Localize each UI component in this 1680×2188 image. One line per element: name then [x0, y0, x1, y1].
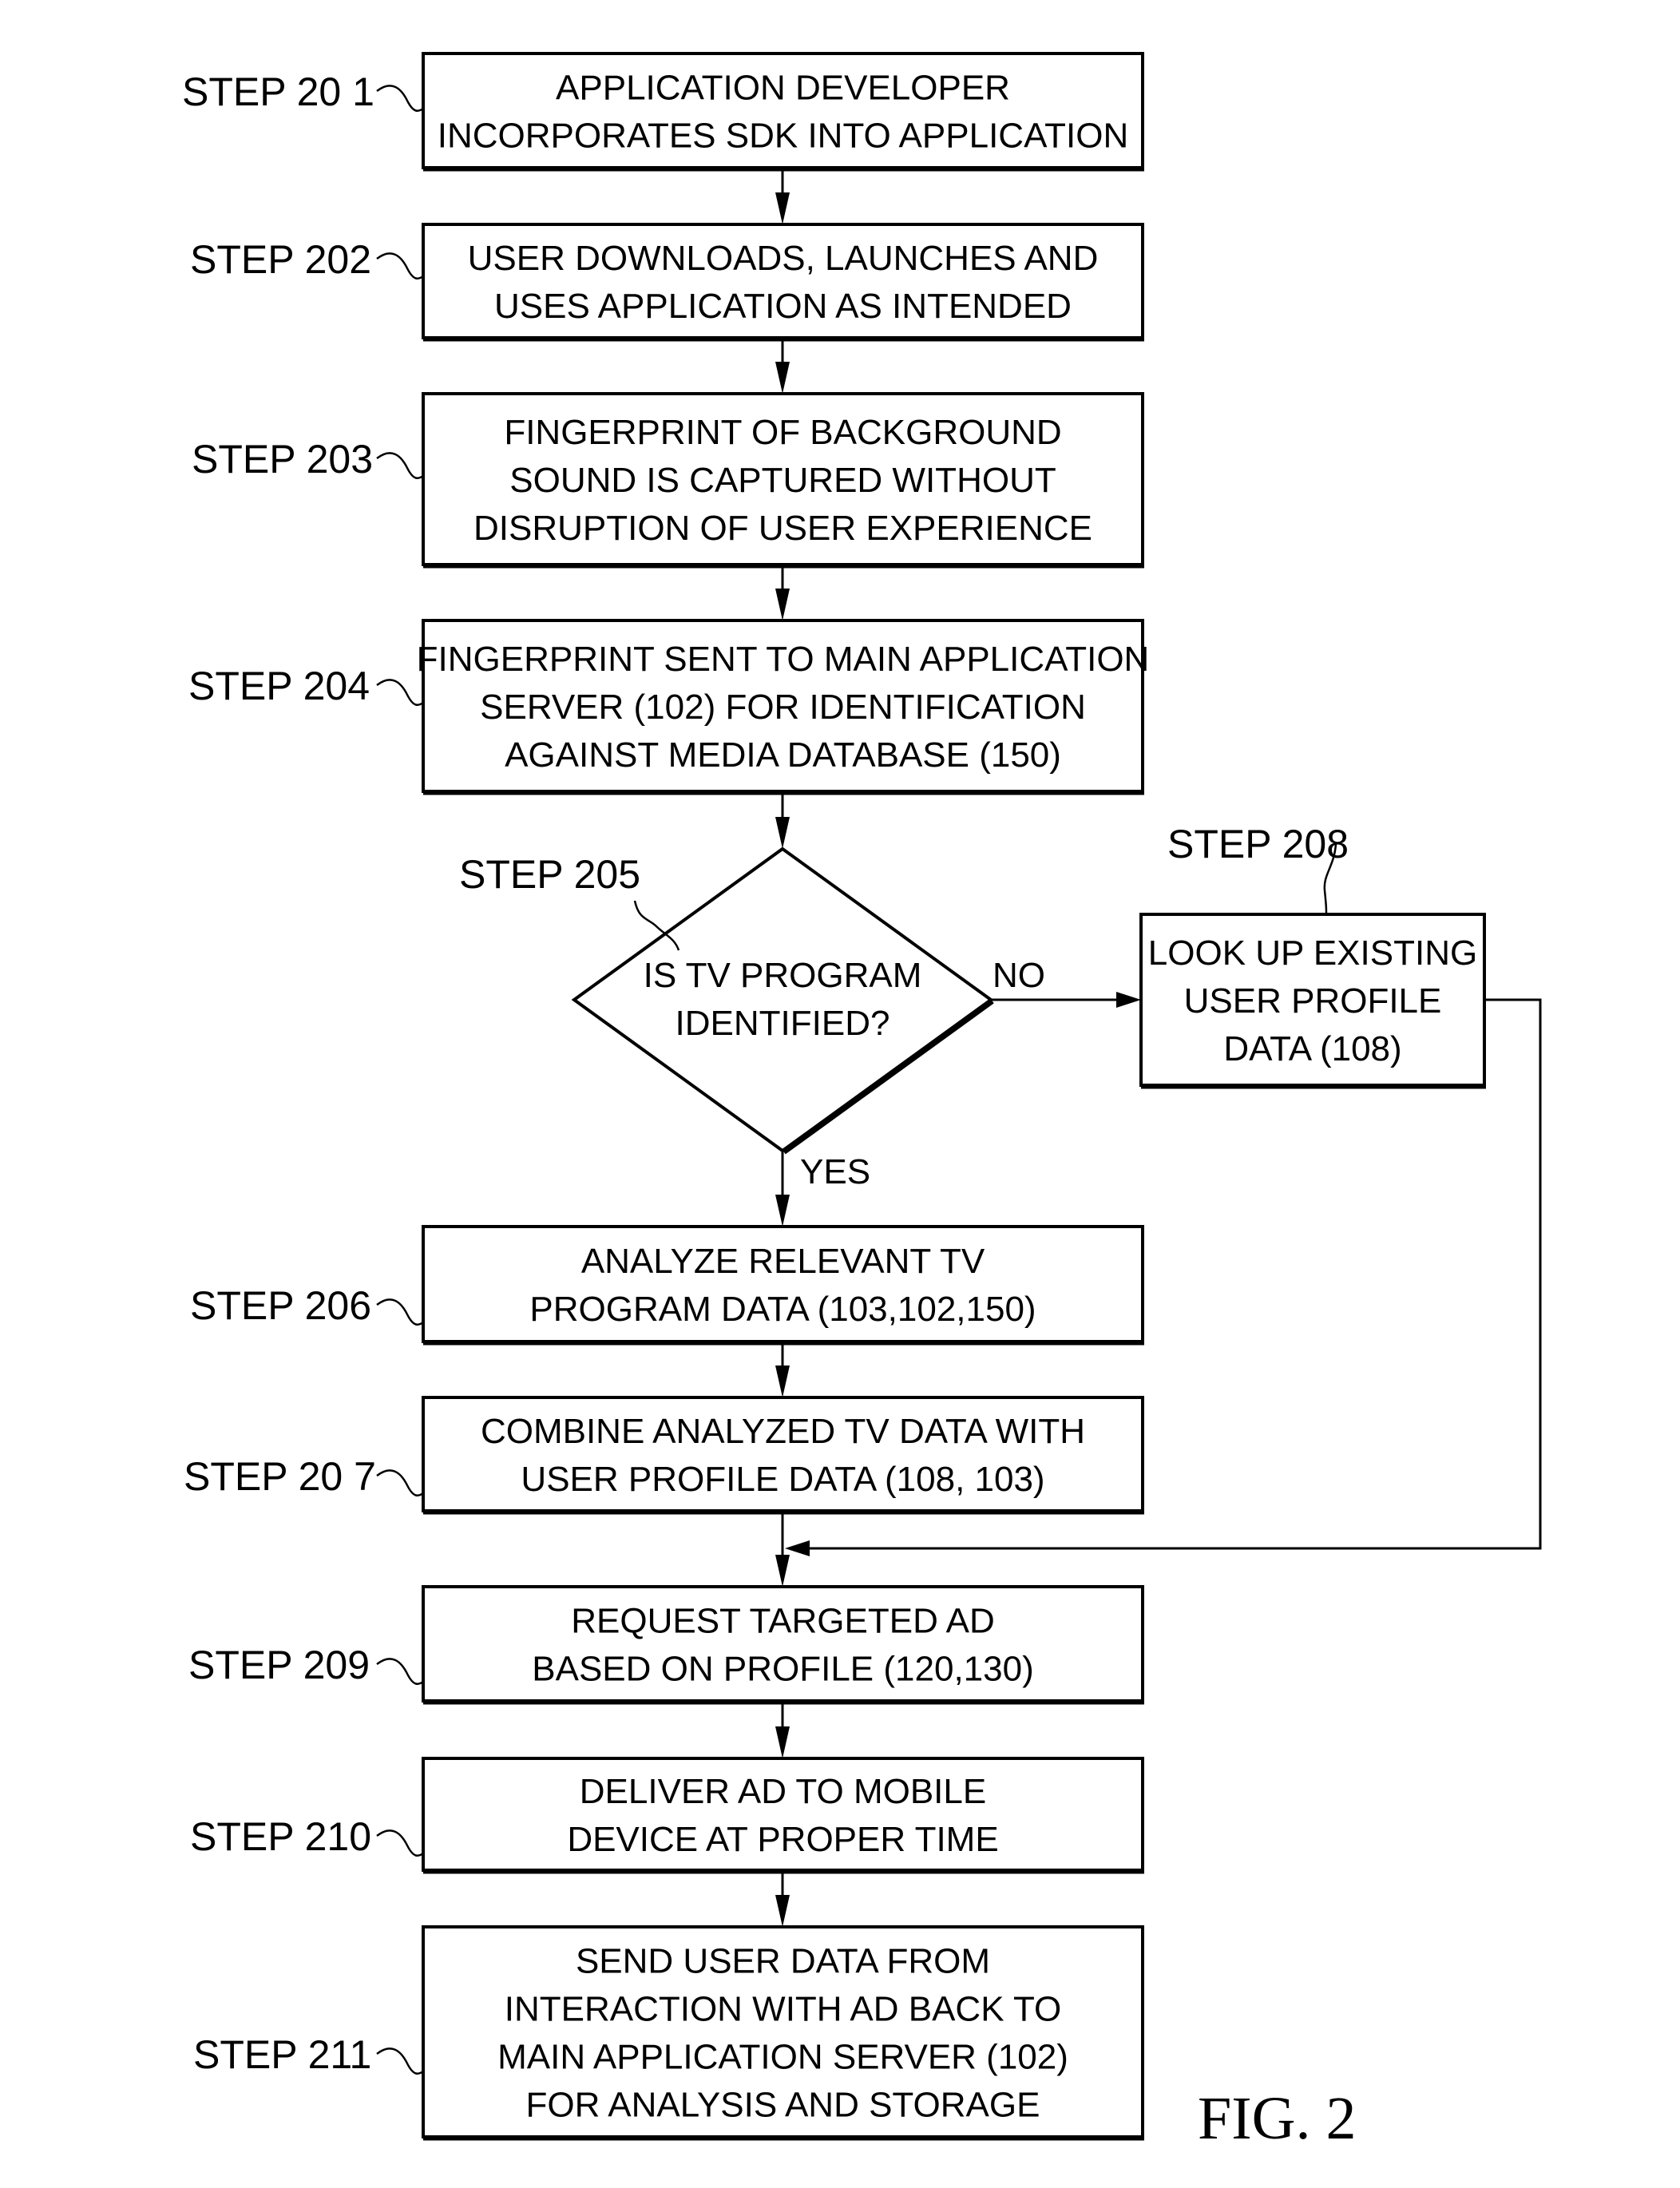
nodes: APPLICATION DEVELOPER INCORPORATES SDK IN…: [417, 52, 1486, 2141]
step-label: STEP 20 1: [182, 69, 374, 114]
step-211-box: SEND USER DATA FROM INTERACTION WITH AD B…: [422, 1925, 1144, 2141]
arrowhead-icon: [775, 192, 790, 224]
step-text-line: LOOK UP EXISTING: [1148, 933, 1477, 973]
step-text-line: USER PROFILE: [1184, 981, 1442, 1021]
figure-label: FIG. 2: [1198, 2085, 1356, 2152]
step-text-line: USES APPLICATION AS INTENDED: [494, 287, 1072, 326]
step-label: STEP 20 7: [184, 1454, 376, 1499]
flowchart: APPLICATION DEVELOPER INCORPORATES SDK IN…: [182, 52, 1542, 2152]
step-label: STEP 211: [193, 2032, 371, 2077]
step-text-line: INCORPORATES SDK INTO APPLICATION: [438, 117, 1129, 156]
leader-line: [376, 1829, 424, 1857]
step-text-line: USER PROFILE DATA (108, 103): [521, 1460, 1044, 1499]
step-label: STEP 204: [188, 664, 370, 708]
step-text-line: PROGRAM DATA (103,102,150): [529, 1290, 1036, 1329]
arrowhead-icon: [775, 589, 790, 620]
step-text-line: FINGERPRINT SENT TO MAIN APPLICATION: [417, 640, 1150, 679]
no-label: NO: [993, 956, 1045, 995]
step-204-box: FINGERPRINT SENT TO MAIN APPLICATION SERV…: [417, 619, 1150, 795]
step-206-box: ANALYZE RELEVANT TV PROGRAM DATA (103,102…: [422, 1225, 1144, 1346]
step-text-line: COMBINE ANALYZED TV DATA WITH: [481, 1412, 1085, 1451]
leader-line: [376, 1469, 424, 1497]
step-210-box: DELIVER AD TO MOBILE DEVICE AT PROPER TIM…: [422, 1757, 1144, 1874]
arrowhead-icon: [775, 1895, 790, 1927]
step-label: STEP 203: [192, 437, 373, 482]
step-209-box: REQUEST TARGETED AD BASED ON PROFILE (120…: [422, 1585, 1144, 1705]
step-label: STEP 209: [188, 1643, 370, 1687]
step-203-box: FINGERPRINT OF BACKGROUND SOUND IS CAPTUR…: [422, 392, 1144, 569]
leader-line: [376, 1298, 424, 1326]
step-label: STEP 208: [1167, 822, 1349, 866]
step-text-line: DATA (108): [1223, 1029, 1401, 1068]
step-text-line: SERVER (102) FOR IDENTIFICATION: [480, 688, 1086, 727]
arrowhead-icon: [1116, 992, 1141, 1008]
decision-text-line: IS TV PROGRAM: [644, 956, 922, 995]
step-208-box: LOOK UP EXISTING USER PROFILE DATA (108): [1139, 913, 1486, 1089]
arrowhead-icon: [785, 1540, 810, 1556]
leader-line: [376, 85, 424, 113]
arrowhead-icon: [775, 1195, 790, 1227]
arrowhead-icon: [775, 1366, 790, 1397]
step-label: STEP 202: [190, 237, 371, 282]
leader-line: [376, 1658, 424, 1686]
leader-line: [376, 252, 424, 280]
step-text-line: AGAINST MEDIA DATABASE (150): [505, 735, 1061, 775]
step-text-line: SEND USER DATA FROM: [576, 1942, 990, 1981]
step-207-box: COMBINE ANALYZED TV DATA WITH USER PROFIL…: [422, 1396, 1144, 1515]
step-text-line: DISRUPTION OF USER EXPERIENCE: [473, 509, 1092, 548]
arrowhead-icon: [775, 817, 790, 849]
step-label: STEP 206: [190, 1283, 371, 1328]
arrowhead-icon: [775, 1555, 790, 1587]
step-text-line: FOR ANALYSIS AND STORAGE: [526, 2086, 1040, 2125]
step-text-line: DEVICE AT PROPER TIME: [567, 1820, 998, 1859]
leader-line: [376, 452, 424, 480]
leader-line: [376, 679, 424, 707]
yes-label: YES: [800, 1152, 870, 1191]
step-text-line: USER DOWNLOADS, LAUNCHES AND: [468, 239, 1099, 278]
step-text-line: APPLICATION DEVELOPER: [556, 69, 1010, 108]
step-text-line: FINGERPRINT OF BACKGROUND: [504, 413, 1061, 452]
step-label: STEP 205: [459, 852, 640, 897]
leader-line: [376, 2047, 424, 2075]
arrowhead-icon: [775, 1726, 790, 1758]
step-text-line: MAIN APPLICATION SERVER (102): [497, 2038, 1068, 2077]
step-202-box: USER DOWNLOADS, LAUNCHES AND USES APPLICA…: [422, 223, 1144, 342]
step-text-line: BASED ON PROFILE (120,130): [532, 1650, 1033, 1689]
step-label: STEP 210: [190, 1814, 371, 1859]
step-text-line: REQUEST TARGETED AD: [571, 1602, 995, 1641]
step-text-line: INTERACTION WITH AD BACK TO: [505, 1990, 1062, 2029]
arrowhead-icon: [775, 362, 790, 394]
step-text-line: SOUND IS CAPTURED WITHOUT: [509, 461, 1056, 500]
step-text-line: ANALYZE RELEVANT TV: [581, 1242, 985, 1281]
step-201-box: APPLICATION DEVELOPER INCORPORATES SDK IN…: [422, 52, 1144, 172]
decision-text-line: IDENTIFIED?: [676, 1004, 890, 1043]
step-text-line: DELIVER AD TO MOBILE: [580, 1772, 986, 1811]
